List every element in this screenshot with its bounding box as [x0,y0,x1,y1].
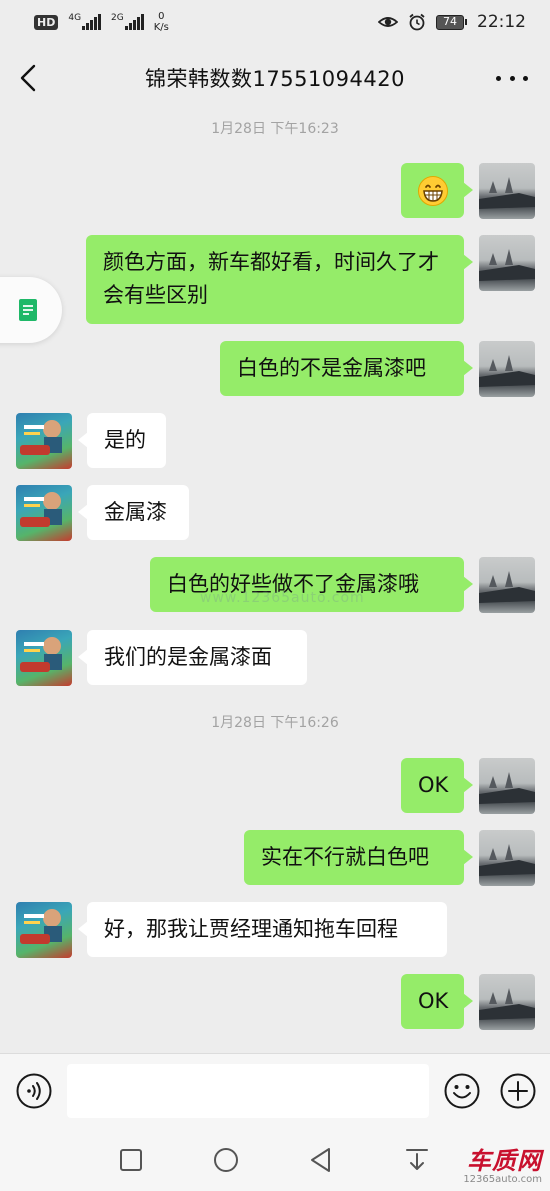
grinning-emoji-icon [417,175,448,206]
message-bubble[interactable]: 实在不行就白色吧 [244,830,473,885]
car-ad-avatar-icon [20,420,62,455]
logo-sub: 12365auto.com [463,1174,542,1185]
contact-avatar[interactable] [16,485,72,541]
status-bar: HD 4G 2G 0 K/s 74 22:12 [0,0,550,44]
alarm-icon [409,13,425,31]
site-watermark-logo: 车质网 12365auto.com [463,1148,542,1185]
ship-photo-icon [479,571,535,603]
contact-avatar[interactable] [16,413,72,469]
ship-photo-icon [479,844,535,876]
chevron-left-icon [20,64,36,92]
net-speed: 0 K/s [154,11,169,33]
signal-bars-icon [124,14,144,30]
sim1-signal: 4G [68,13,102,30]
ship-photo-icon [479,355,535,387]
input-bar [0,1053,550,1129]
car-ad-avatar-icon [20,637,62,672]
my-avatar[interactable] [479,557,535,613]
ship-photo-icon [479,988,535,1020]
battery-indicator: 74 [436,14,467,30]
battery-level: 74 [436,14,464,30]
status-right: 74 22:12 [378,12,526,32]
message-input[interactable] [67,1064,429,1118]
eye-icon [378,17,398,27]
voice-button[interactable] [16,1073,52,1109]
car-ad-avatar-icon [20,909,62,944]
voice-icon [16,1073,52,1109]
recent-apps-icon [120,1149,142,1171]
message-bubble[interactable]: OK [401,974,473,1029]
sim1-network-label: 4G [68,13,82,23]
message-bubble[interactable]: 白色的不是金属漆吧 [220,341,473,396]
more-actions-button[interactable] [500,1073,536,1109]
message-bubble[interactable]: OK [401,758,473,813]
sim2-signal: 2G [111,14,144,30]
home-icon [214,1148,238,1172]
ship-photo-icon [479,249,535,281]
contact-avatar[interactable] [16,630,72,686]
message-timestamp: 1月28日 下午16:26 [211,715,339,731]
more-dots-icon [496,75,501,81]
car-ad-avatar-icon [20,492,62,527]
watermark: www.12365auto.com [200,590,365,606]
hd-badge: HD [34,14,59,30]
message-timestamp: 1月28日 下午16:23 [211,121,339,137]
my-avatar[interactable] [479,235,535,291]
ship-photo-icon [479,772,535,804]
notification-pull-button[interactable] [402,1145,432,1175]
my-avatar[interactable] [479,974,535,1030]
sim2-network-label: 2G [111,13,124,23]
system-nav-bar: 车质网 12365auto.com [0,1129,550,1191]
chat-header: 锦荣韩数数17551094420 [0,44,550,112]
floating-document-tab[interactable] [0,277,62,343]
my-avatar[interactable] [479,163,535,219]
message-bubble-emoji[interactable] [401,163,473,218]
my-avatar[interactable] [479,758,535,814]
more-dot [523,75,528,81]
ship-photo-icon [479,177,535,209]
signal-bars-icon [82,14,102,30]
emoji-icon [444,1073,480,1109]
message-bubble[interactable]: 金属漆 [78,485,189,540]
back-nav-button[interactable] [306,1145,336,1175]
message-bubble[interactable]: 好，那我让贾经理通知拖车回程 [78,902,447,957]
recent-apps-button[interactable] [116,1145,146,1175]
plus-icon [500,1073,536,1109]
contact-avatar[interactable] [16,902,72,958]
status-time: 22:12 [477,12,526,32]
more-button[interactable] [496,66,528,90]
home-button[interactable] [211,1145,241,1175]
status-left: HD 4G 2G 0 K/s [34,11,169,33]
back-triangle-icon [311,1148,330,1172]
message-bubble[interactable]: 我们的是金属漆面 [78,630,307,685]
more-dot [509,75,515,81]
emoji-button[interactable] [444,1073,480,1109]
logo-main: 车质网 [467,1147,542,1175]
message-bubble[interactable]: 是的 [78,413,166,468]
notification-pull-icon [406,1149,428,1170]
my-avatar[interactable] [479,341,535,397]
chat-title: 锦荣韩数数17551094420 [145,67,405,91]
back-button[interactable] [14,60,44,96]
battery-tip [465,19,467,25]
document-icon [19,299,37,321]
net-speed-unit: K/s [153,22,169,33]
my-avatar[interactable] [479,830,535,886]
net-speed-value: 0 [158,11,165,22]
message-bubble[interactable]: 颜色方面，新车都好看，时间久了才会有些区别 [86,235,473,324]
